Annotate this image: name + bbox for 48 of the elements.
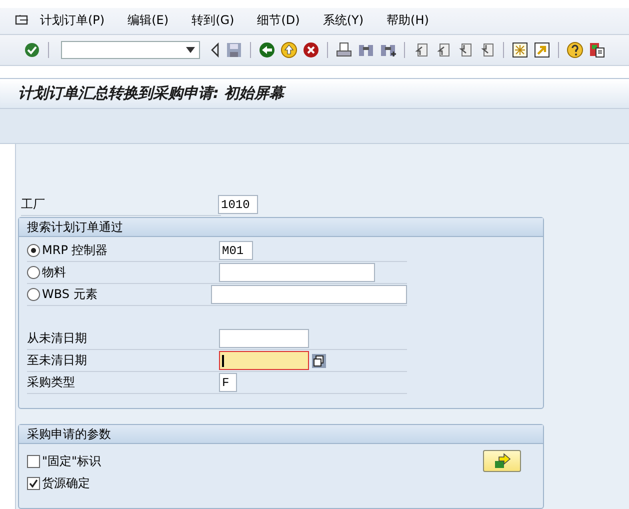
execute-button[interactable] [483, 450, 521, 472]
radio-label: MRP 控制器 [42, 242, 108, 259]
checkmark-icon[interactable] [24, 42, 40, 58]
input-field[interactable] [219, 329, 309, 348]
input-field[interactable] [219, 351, 309, 370]
cancel-icon[interactable] [303, 42, 319, 58]
field-label: 从未清日期 [27, 330, 88, 347]
dropdown-caret-icon[interactable] [186, 46, 195, 53]
input-field[interactable]: M01 [219, 241, 253, 260]
radio-label: 物料 [42, 264, 66, 281]
field-label: 至未清日期 [27, 352, 88, 369]
page-scroll-icon[interactable] [413, 42, 429, 58]
menu-item[interactable]: 细节(D) [257, 12, 300, 30]
screen-title: 计划订单汇总转换到采购申请: 初始屏幕 [18, 84, 284, 103]
menu-item[interactable]: 转到(G) [192, 12, 234, 30]
save-icon[interactable] [226, 42, 242, 58]
checkbox[interactable] [27, 454, 40, 468]
print-icon[interactable] [336, 42, 352, 58]
radio-button[interactable] [27, 244, 40, 257]
field-label: 采购类型 [27, 374, 76, 391]
field-label: 工厂 [21, 196, 46, 213]
left-triangle-icon[interactable] [210, 42, 220, 58]
input-field[interactable]: F [219, 373, 237, 392]
help-icon[interactable] [567, 42, 583, 58]
page-scroll-icon[interactable] [457, 42, 473, 58]
checkbox-label: 货源确定 [42, 474, 90, 492]
layout-icon[interactable] [589, 42, 605, 58]
page-scroll-icon[interactable] [479, 42, 495, 58]
input-field[interactable]: 1010 [218, 195, 258, 214]
new-window-icon[interactable] [512, 42, 528, 58]
menu-item[interactable]: 系统(Y) [322, 12, 364, 30]
page-scroll-icon[interactable] [435, 42, 451, 58]
menu-item[interactable]: 帮助(H) [386, 12, 429, 30]
value-help-icon[interactable] [312, 354, 326, 368]
shortcut-icon[interactable] [534, 42, 550, 58]
command-field[interactable] [61, 40, 200, 59]
radio-button[interactable] [27, 266, 40, 279]
radio-label: WBS 元素 [42, 286, 98, 303]
input-field[interactable] [211, 285, 407, 304]
group-title: 搜索计划订单通过 [27, 218, 123, 236]
group-title: 采购申请的参数 [27, 426, 111, 442]
arrow-icon [493, 453, 511, 469]
menu-item[interactable]: 编辑(E) [128, 12, 169, 30]
input-field[interactable] [219, 263, 375, 282]
menu-item[interactable]: 计划订单(P) [40, 12, 105, 30]
checkbox-label: "固定"标识 [42, 452, 102, 470]
radio-button[interactable] [27, 288, 40, 301]
checkbox[interactable] [27, 476, 40, 490]
